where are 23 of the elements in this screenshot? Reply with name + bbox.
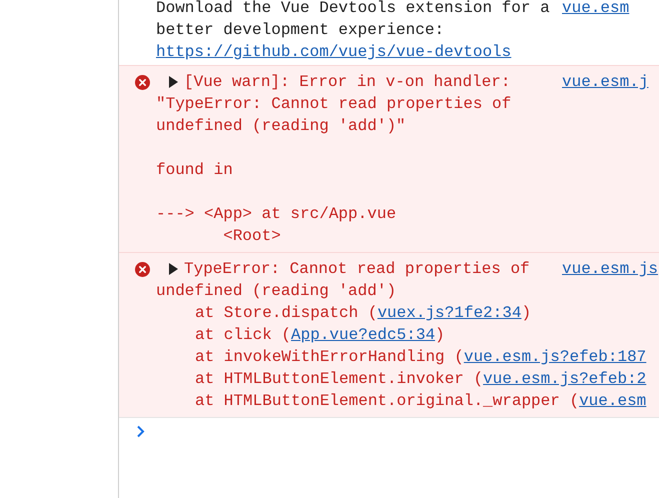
error-headline: TypeError: Cannot read properties of <box>184 259 530 280</box>
stack-frame-link[interactable]: vuex.js?1fe2:34 <box>377 304 522 322</box>
error-message: "TypeError: Cannot read properties of undefined (reading 'add')" found in ---> <App> at src/App.vue <Root> <box>156 94 512 247</box>
stack-frame-link[interactable]: vue.esm <box>579 392 646 410</box>
source-link[interactable]: vue.esm.js <box>562 258 658 280</box>
stack-frame: at HTMLButtonElement.invoker (vue.esm.js?efeb:2 <box>156 368 659 390</box>
stack-frame-link[interactable]: vue.esm.js?efeb:2 <box>483 370 646 388</box>
stack-frame: at invokeWithErrorHandling (vue.esm.js?efeb:187 <box>156 346 659 368</box>
stack-frame: at click (App.vue?edc5:34) <box>156 324 659 346</box>
devtools-link[interactable]: https://github.com/vuejs/vue-devtools <box>156 41 512 63</box>
source-link[interactable]: vue.esm.j <box>562 71 648 93</box>
expand-triangle-icon[interactable] <box>168 263 178 275</box>
error-icon <box>135 262 150 277</box>
stack-frame-link[interactable]: App.vue?edc5:34 <box>291 326 436 344</box>
error-icon <box>135 75 150 90</box>
stack-frame: at HTMLButtonElement.original._wrapper (vue.esm <box>156 390 659 412</box>
stack-frame-link[interactable]: vue.esm.js?efeb:187 <box>464 348 646 366</box>
log-message: Download the Vue Devtools extension for a better development experience: <box>156 0 551 41</box>
error-headline: [Vue warn]: Error in v-on handler: <box>184 72 510 93</box>
error-message: undefined (reading 'add') <box>156 281 396 302</box>
expand-triangle-icon[interactable] <box>168 76 178 88</box>
source-link[interactable]: vue.esm <box>562 0 630 19</box>
stack-frame: at Store.dispatch (vuex.js?1fe2:34) <box>156 302 659 324</box>
